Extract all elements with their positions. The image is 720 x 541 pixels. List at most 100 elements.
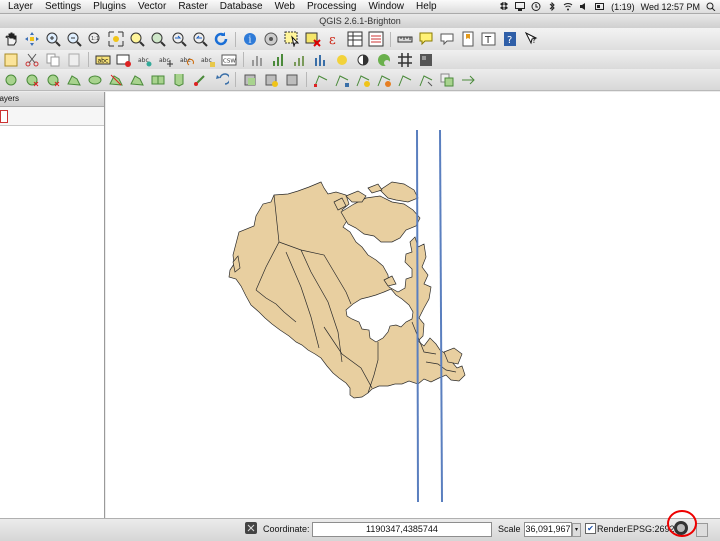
raster-stretch-icon[interactable] <box>270 52 288 68</box>
grid-icon[interactable] <box>396 52 414 68</box>
help-icon[interactable]: ? <box>501 31 519 47</box>
new-layer-icon[interactable] <box>2 52 20 68</box>
offset-curve-icon[interactable] <box>86 72 104 88</box>
whats-this-icon[interactable]: ? <box>522 31 540 47</box>
zoom-last-icon[interactable] <box>170 31 188 47</box>
coordinate-field[interactable]: 1190347,4385744 <box>312 522 492 537</box>
island-devon <box>367 183 383 194</box>
menu-plugins[interactable]: Plugins <box>85 0 130 13</box>
move-feature-icon[interactable] <box>241 72 259 88</box>
raster-histogram-icon[interactable] <box>249 52 267 68</box>
coordinate-toggle-icon[interactable] <box>245 522 257 534</box>
csw-icon[interactable]: CSW <box>220 52 238 68</box>
zoom-out-icon[interactable] <box>65 31 83 47</box>
merge-attributes-icon[interactable] <box>170 72 188 88</box>
pan-to-selection-icon[interactable] <box>23 31 41 47</box>
measure-icon[interactable] <box>396 31 414 47</box>
raster-calc-icon[interactable] <box>417 52 435 68</box>
refresh-icon[interactable] <box>212 31 230 47</box>
map-canvas[interactable] <box>106 92 720 518</box>
copy-move-icon[interactable] <box>438 72 456 88</box>
delete-part-icon[interactable] <box>23 72 41 88</box>
rotate-feature-icon[interactable] <box>396 72 414 88</box>
menu-window[interactable]: Window <box>360 0 408 13</box>
bookmark-icon[interactable] <box>459 31 477 47</box>
battery-icon[interactable] <box>595 2 605 11</box>
action-icon[interactable] <box>262 31 280 47</box>
merge-features-icon[interactable] <box>149 72 167 88</box>
menu-raster[interactable]: Raster <box>170 0 211 13</box>
menu-processing[interactable]: Processing <box>299 0 360 13</box>
show-label-icon[interactable]: abc <box>136 52 154 68</box>
layer-vector-icon[interactable] <box>0 110 8 123</box>
add-part-icon[interactable] <box>354 72 372 88</box>
brightness-icon[interactable] <box>333 52 351 68</box>
cut-icon[interactable] <box>23 52 41 68</box>
zoom-layer-icon[interactable] <box>149 31 167 47</box>
render-checkbox[interactable]: ✔ <box>585 523 596 534</box>
menu-settings[interactable]: Settings <box>37 0 85 13</box>
zoom-full-icon[interactable] <box>107 31 125 47</box>
scale-feature-icon[interactable] <box>417 72 435 88</box>
scale-dropdown-icon[interactable]: ▾ <box>572 523 581 537</box>
menu-help[interactable]: Help <box>408 0 441 13</box>
expression-select-icon[interactable]: ε <box>325 31 343 47</box>
spotlight-icon[interactable] <box>706 2 716 12</box>
map-tips-icon[interactable] <box>438 31 456 47</box>
digitize-icon[interactable] <box>283 72 301 88</box>
move-label-icon[interactable]: abc <box>157 52 175 68</box>
delete-ring-icon[interactable] <box>44 72 62 88</box>
zoom-in-icon[interactable] <box>44 31 62 47</box>
time-machine-icon[interactable] <box>531 2 541 11</box>
rotate-symbol-icon[interactable] <box>191 72 209 88</box>
message-log-icon[interactable] <box>696 523 708 537</box>
add-ring-icon[interactable] <box>2 72 20 88</box>
scale-field[interactable]: 36,091,967 <box>524 522 572 537</box>
bluetooth-icon[interactable] <box>547 1 557 12</box>
paste-icon[interactable] <box>65 52 83 68</box>
simplify-icon[interactable] <box>333 72 351 88</box>
display-icon[interactable] <box>515 2 526 11</box>
menu-database[interactable]: Database <box>212 0 267 13</box>
table-icon[interactable] <box>346 31 364 47</box>
undo-icon[interactable] <box>212 72 230 88</box>
raster-local-icon[interactable] <box>291 52 309 68</box>
text-annotation-icon[interactable]: T <box>480 31 498 47</box>
menu-web[interactable]: Web <box>267 0 299 13</box>
statistics-icon[interactable] <box>367 31 385 47</box>
globe-icon[interactable] <box>375 52 393 68</box>
zoom-actual-icon[interactable]: 1:1 <box>86 31 104 47</box>
change-label-icon[interactable]: abc <box>199 52 217 68</box>
split-parts-icon[interactable] <box>128 72 146 88</box>
map-svg[interactable] <box>106 92 720 518</box>
rotate-label-icon[interactable]: abc <box>178 52 196 68</box>
wifi-icon[interactable] <box>563 2 573 11</box>
label-icon[interactable]: abc <box>94 52 112 68</box>
split-features-icon[interactable] <box>107 72 125 88</box>
annotation-icon[interactable] <box>417 31 435 47</box>
copy-icon[interactable] <box>44 52 62 68</box>
island-baffin <box>340 195 421 243</box>
node-tool-icon[interactable] <box>312 72 330 88</box>
fill-ring-icon[interactable] <box>375 72 393 88</box>
reshape-icon[interactable] <box>65 72 83 88</box>
contrast-icon[interactable] <box>354 52 372 68</box>
svg-text:abc: abc <box>159 57 170 64</box>
deselect-icon[interactable] <box>304 31 322 47</box>
volume-icon[interactable] <box>579 2 589 11</box>
add-feature-icon[interactable] <box>262 72 280 88</box>
reverse-line-icon[interactable] <box>459 72 477 88</box>
pan-icon[interactable] <box>2 31 20 47</box>
identify-icon[interactable]: i <box>241 31 259 47</box>
select-icon[interactable] <box>283 31 301 47</box>
zoom-next-icon[interactable] <box>191 31 209 47</box>
scale-label: Scale <box>498 524 521 534</box>
menu-vector[interactable]: Vector <box>130 0 170 13</box>
dropbox-icon[interactable] <box>499 2 509 11</box>
clock[interactable]: Wed 12:57 PM <box>641 2 700 12</box>
pin-label-icon[interactable] <box>115 52 133 68</box>
zoom-selection-icon[interactable] <box>128 31 146 47</box>
digitizing-toolbar <box>0 69 720 91</box>
raster-full-icon[interactable] <box>312 52 330 68</box>
menu-layer[interactable]: Layer <box>0 0 37 13</box>
